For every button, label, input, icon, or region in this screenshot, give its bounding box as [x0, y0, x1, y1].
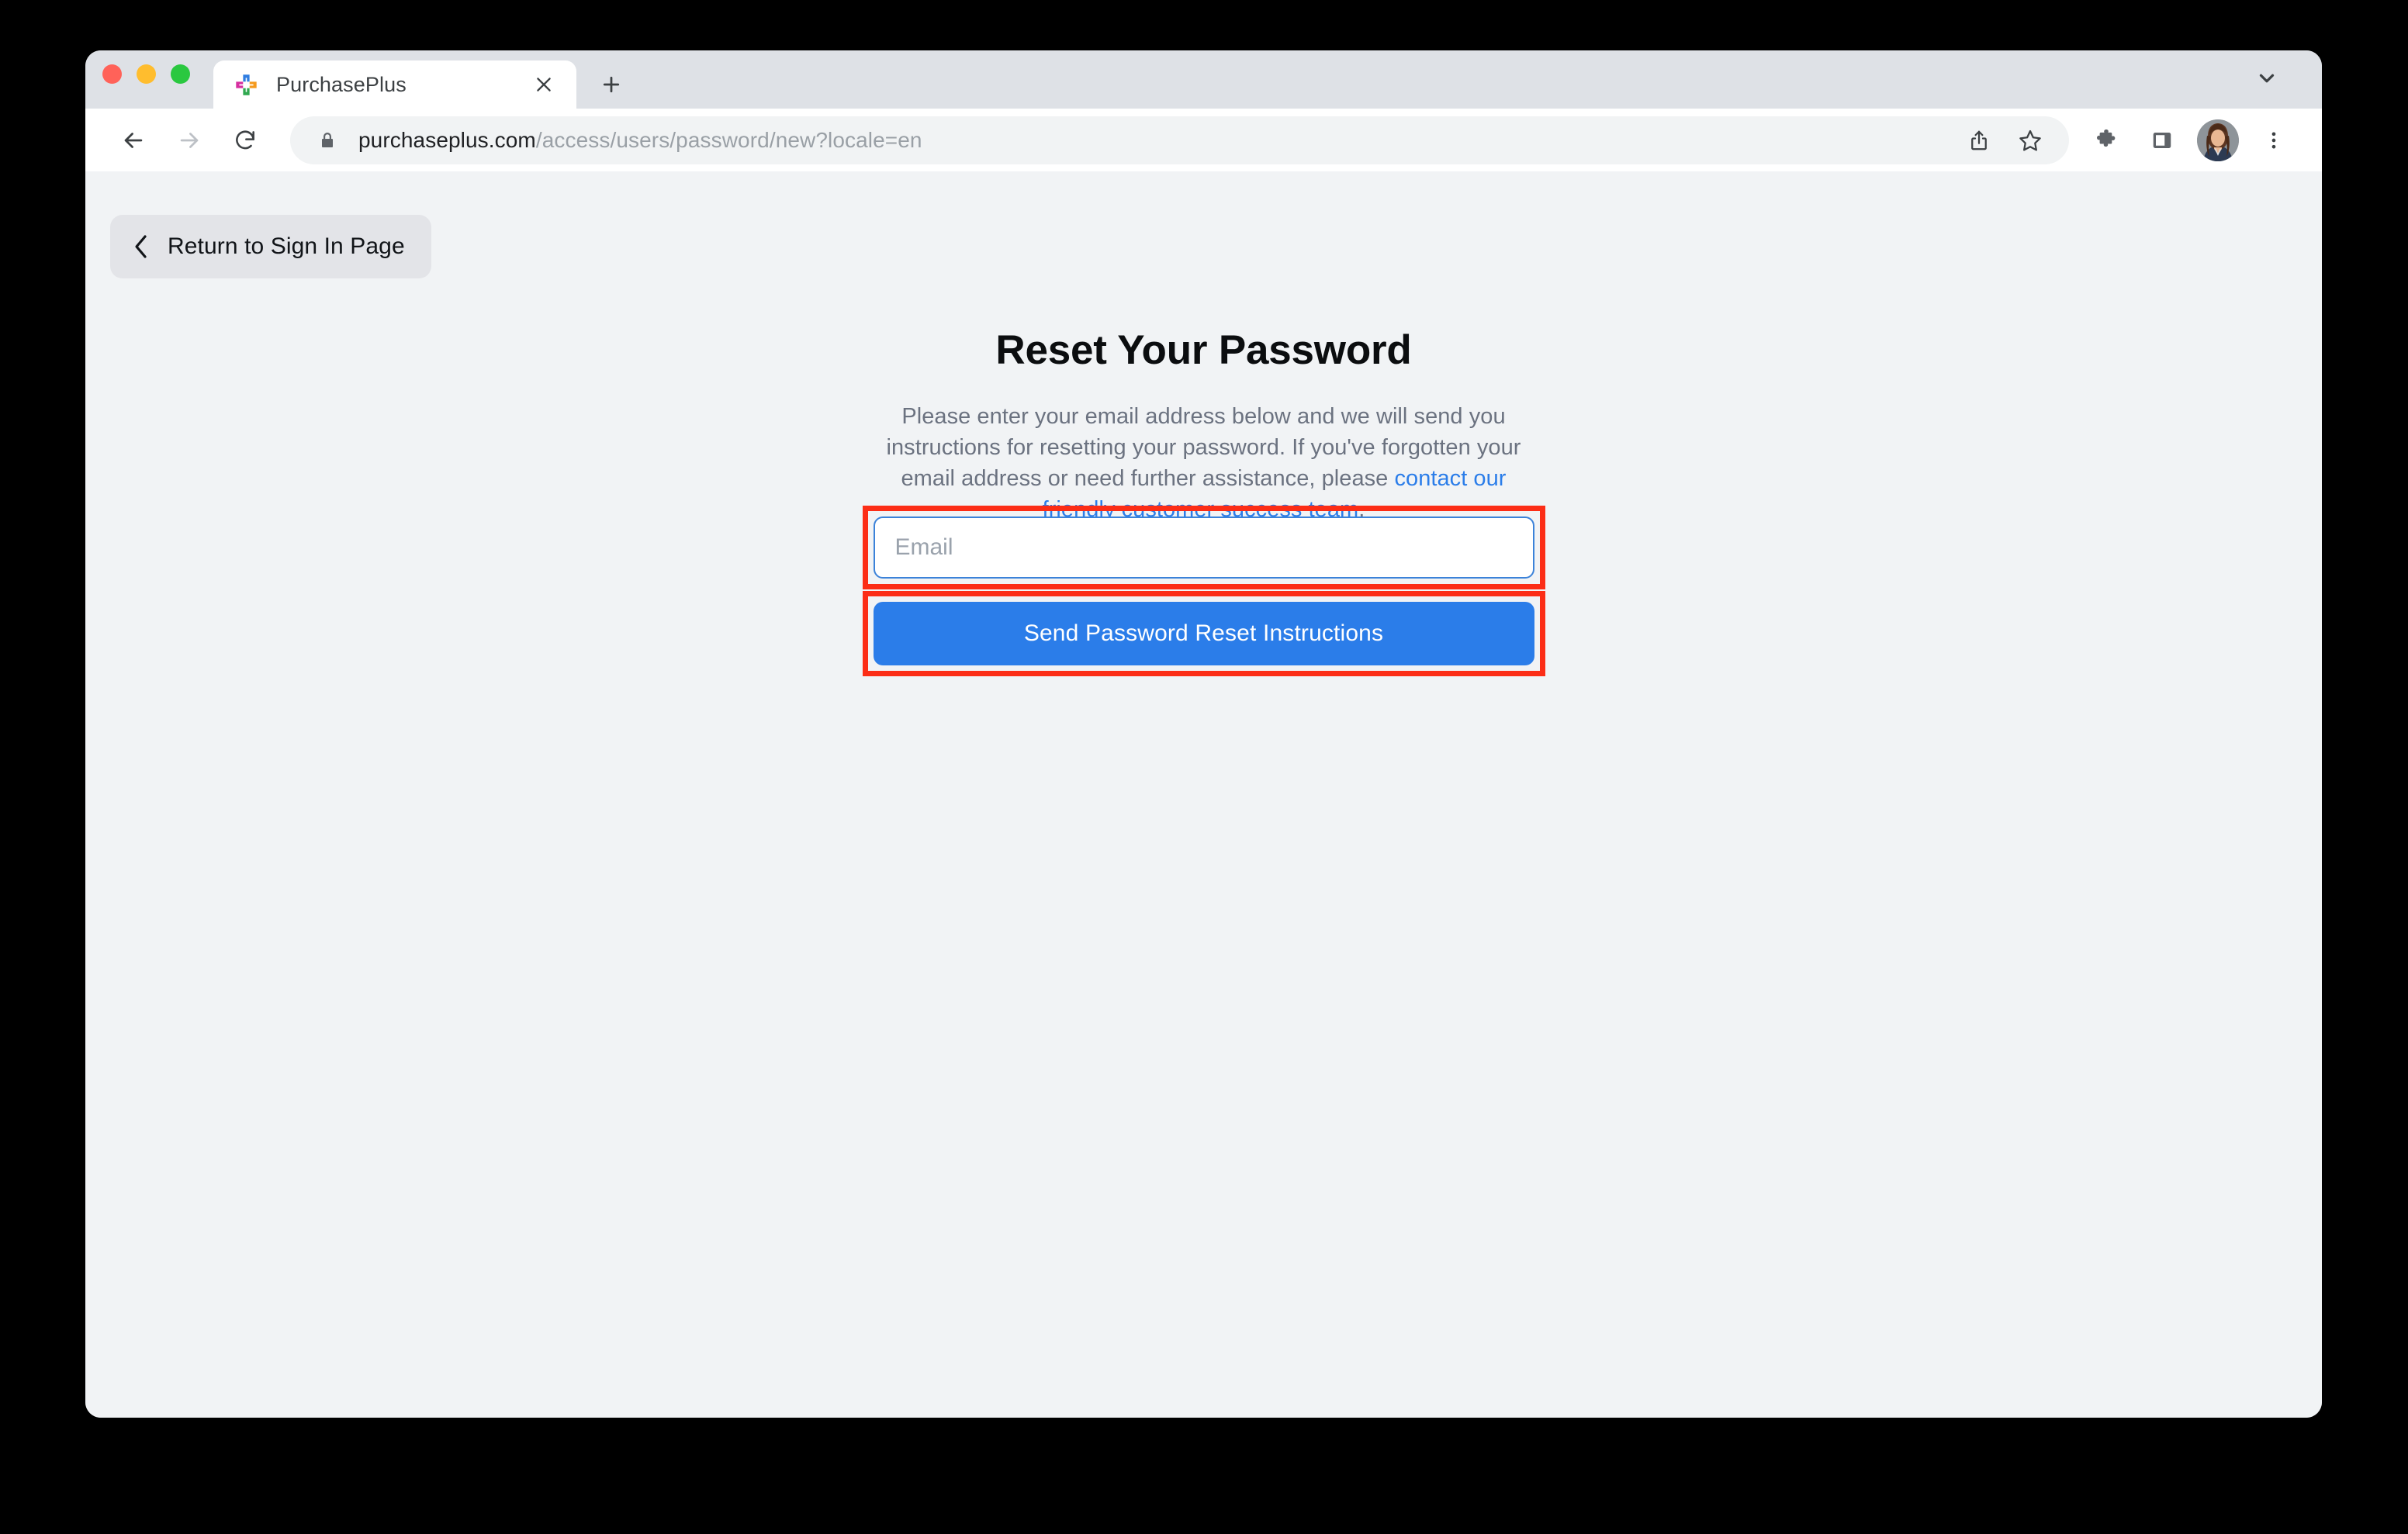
reload-button[interactable] [217, 112, 273, 168]
new-tab-button[interactable] [587, 60, 635, 109]
profile-avatar-button[interactable] [2192, 114, 2244, 167]
tab-strip: PurchasePlus [85, 50, 2322, 109]
lock-icon [318, 131, 337, 150]
close-window-button[interactable] [102, 64, 122, 84]
browser-toolbar: purchaseplus.com/access/users/password/n… [85, 109, 2322, 171]
address-bar[interactable]: purchaseplus.com/access/users/password/n… [290, 116, 2069, 164]
address-bar-url: purchaseplus.com/access/users/password/n… [358, 128, 922, 153]
omnibox-actions [1956, 117, 2053, 164]
reset-password-form: Send Password Reset Instructions [862, 506, 1545, 676]
page-title: Reset Your Password [995, 327, 1412, 373]
close-tab-button[interactable] [528, 69, 559, 100]
maximize-window-button[interactable] [171, 64, 190, 84]
bookmark-star-icon[interactable] [2007, 117, 2053, 164]
back-button[interactable] [106, 112, 161, 168]
window-traffic-lights [102, 50, 190, 109]
minimize-window-button[interactable] [137, 64, 156, 84]
extensions-puzzle-icon[interactable] [2080, 114, 2133, 167]
return-to-sign-in-label: Return to Sign In Page [168, 233, 405, 259]
email-input[interactable] [873, 517, 1534, 579]
tab-title: PurchasePlus [276, 72, 407, 96]
chevron-left-icon [132, 233, 150, 260]
address-bar-domain: purchaseplus.com [358, 127, 536, 152]
side-panel-icon[interactable] [2136, 114, 2188, 167]
three-dot-menu-icon[interactable] [2247, 114, 2300, 167]
share-icon[interactable] [1956, 117, 2002, 164]
return-to-sign-in-button[interactable]: Return to Sign In Page [110, 215, 431, 278]
annotation-box-submit-button: Send Password Reset Instructions [862, 591, 1545, 676]
annotation-box-email-field [862, 506, 1545, 589]
avatar [2197, 119, 2239, 161]
forward-button[interactable] [161, 112, 217, 168]
tab-search-button[interactable] [2246, 57, 2288, 99]
purchaseplus-cross-icon [234, 72, 259, 98]
reset-password-content: Reset Your Password Please enter your em… [85, 326, 2322, 525]
page-viewport: Return to Sign In Page Reset Your Passwo… [85, 171, 2322, 1418]
address-bar-path: /access/users/password/new?locale=en [535, 127, 922, 152]
send-password-reset-instructions-button[interactable]: Send Password Reset Instructions [873, 602, 1534, 665]
toolbar-right-actions [2080, 114, 2300, 167]
browser-tab-purchaseplus[interactable]: PurchasePlus [213, 60, 576, 109]
browser-window: PurchasePlus purchaseplus.com/access/use… [85, 50, 2322, 1418]
